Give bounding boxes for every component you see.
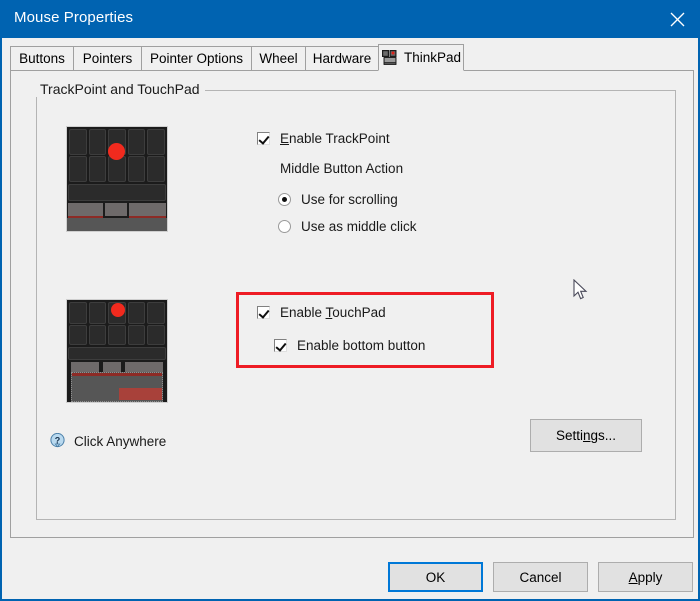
window-title: Mouse Properties	[14, 9, 134, 26]
tab-label: Wheel	[259, 51, 298, 66]
thinkpad-laptop-icon	[381, 49, 399, 67]
cancel-button-label: Cancel	[519, 569, 562, 585]
mouse-properties-window: Mouse Properties Buttons Pointers Pointe…	[0, 0, 700, 601]
enable-touchpad-row[interactable]: Enable TouchPad	[257, 305, 386, 320]
title-bar: Mouse Properties	[0, 0, 700, 38]
settings-button[interactable]: Settings...	[530, 419, 642, 452]
enable-trackpoint-row[interactable]: Enable TrackPoint	[257, 131, 390, 146]
click-anywhere-link[interactable]: ? Click Anywhere	[49, 432, 167, 450]
enable-bottom-button-row[interactable]: Enable bottom button	[274, 338, 425, 353]
settings-button-label: Settings...	[555, 428, 617, 443]
apply-button[interactable]: Apply	[598, 562, 693, 592]
tab-hardware[interactable]: Hardware	[305, 46, 379, 70]
cancel-button[interactable]: Cancel	[493, 562, 588, 592]
use-as-middle-click-radio[interactable]	[278, 220, 291, 233]
tab-pointers[interactable]: Pointers	[73, 46, 142, 70]
use-for-scrolling-row[interactable]: Use for scrolling	[278, 192, 398, 207]
enable-touchpad-label: Enable TouchPad	[280, 305, 386, 320]
ok-button[interactable]: OK	[388, 562, 483, 592]
tab-thinkpad[interactable]: ThinkPad	[378, 44, 464, 71]
enable-touchpad-checkbox[interactable]	[257, 306, 270, 319]
use-for-scrolling-label: Use for scrolling	[301, 192, 398, 207]
enable-trackpoint-checkbox[interactable]	[257, 132, 270, 145]
tab-label: Pointer Options	[149, 51, 244, 66]
tab-strip: Buttons Pointers Pointer Options Wheel H…	[10, 44, 694, 71]
apply-button-label: Apply	[628, 569, 663, 585]
tab-label: ThinkPad	[403, 50, 462, 65]
use-for-scrolling-radio[interactable]	[278, 193, 291, 206]
groupbox-title: TrackPoint and TouchPad	[35, 81, 205, 97]
question-help-icon: ?	[49, 432, 66, 450]
close-icon	[670, 12, 684, 26]
click-anywhere-label: Click Anywhere	[74, 434, 167, 449]
tab-pointer-options[interactable]: Pointer Options	[141, 46, 252, 70]
touchpad-illustration	[66, 299, 168, 403]
tab-wheel[interactable]: Wheel	[251, 46, 306, 70]
enable-bottom-button-label: Enable bottom button	[297, 338, 426, 353]
tab-label: Pointers	[82, 51, 133, 66]
tab-buttons[interactable]: Buttons	[10, 46, 74, 70]
trackpoint-illustration	[66, 126, 168, 232]
tab-label: Buttons	[19, 51, 65, 66]
middle-button-action-heading: Middle Button Action	[280, 161, 404, 176]
use-as-middle-click-row[interactable]: Use as middle click	[278, 219, 417, 234]
enable-trackpoint-label: Enable TrackPoint	[280, 131, 390, 146]
close-window-button[interactable]	[654, 0, 700, 38]
ok-button-label: OK	[425, 569, 446, 585]
enable-bottom-button-checkbox[interactable]	[274, 339, 287, 352]
svg-text:?: ?	[55, 436, 61, 446]
tab-label: Hardware	[312, 51, 372, 66]
use-as-middle-click-label: Use as middle click	[301, 219, 417, 234]
